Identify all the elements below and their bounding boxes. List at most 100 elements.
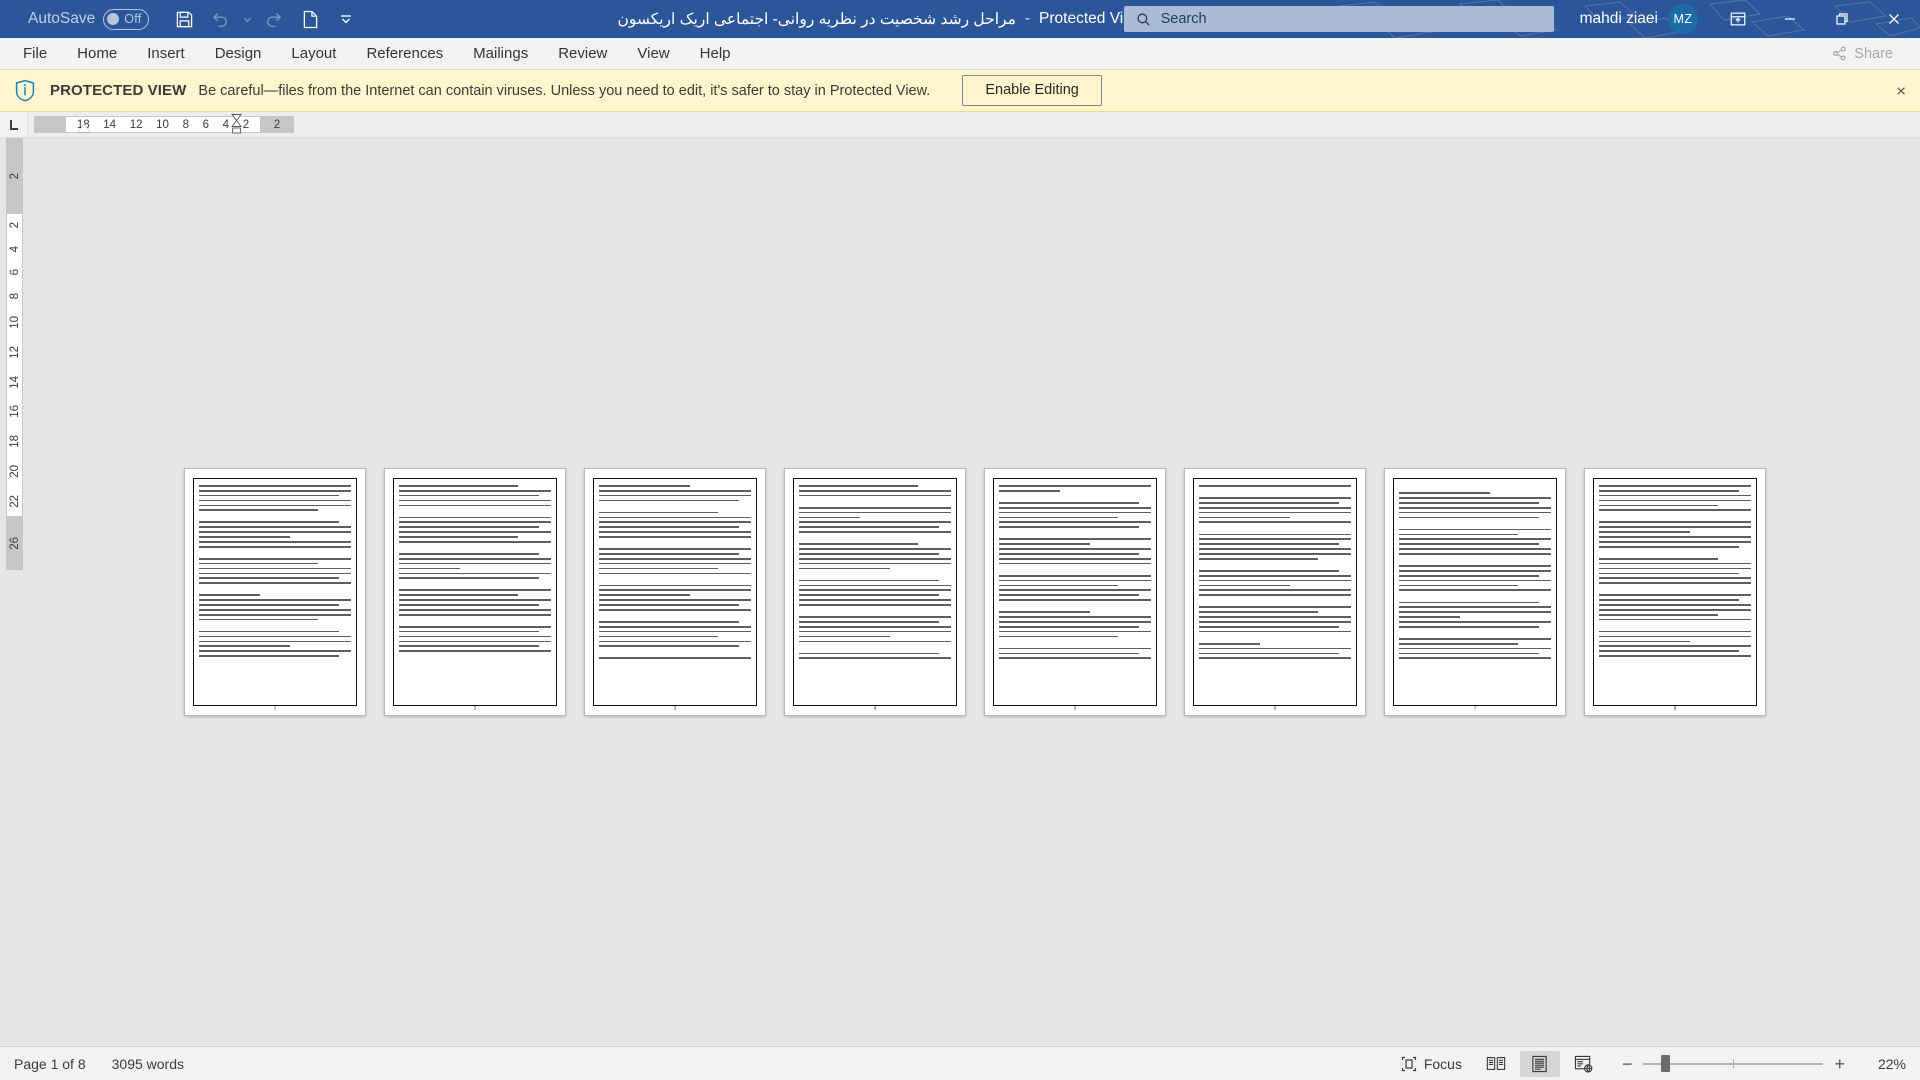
zoom-in-button[interactable]: +	[1834, 1055, 1845, 1073]
document-page[interactable]: 1	[184, 468, 366, 716]
text-line	[799, 531, 951, 533]
document-canvas: 2 2 4 6 8 10 12 14 16 18 20 22 26 123456…	[0, 138, 1920, 1046]
text-line	[1599, 577, 1751, 580]
text-line	[599, 584, 751, 587]
new-document-icon[interactable]	[293, 4, 327, 34]
ribbon-display-options-icon[interactable]	[1712, 0, 1764, 38]
text-line	[1399, 611, 1551, 613]
tab-file[interactable]: File	[8, 39, 62, 69]
autosave-toggle[interactable]: Off	[103, 8, 150, 30]
word-count[interactable]: 3095 words	[112, 1056, 184, 1072]
document-page[interactable]: 7	[1384, 468, 1566, 716]
tab-insert[interactable]: Insert	[132, 39, 200, 69]
share-button[interactable]: Share	[1819, 42, 1906, 66]
tab-layout[interactable]: Layout	[276, 39, 351, 69]
text-line	[399, 608, 551, 611]
zoom-slider[interactable]	[1643, 1055, 1824, 1072]
document-page[interactable]: 3	[584, 468, 766, 716]
text-line	[599, 499, 739, 502]
text-line	[1199, 606, 1351, 609]
horizontal-ruler[interactable]: 18 14 12 10 8 6 4 2 2	[34, 112, 294, 137]
text-line	[999, 589, 1151, 592]
customize-quick-access-icon[interactable]	[329, 4, 363, 34]
text-line	[599, 608, 751, 611]
text-line	[1399, 616, 1460, 618]
text-line	[1399, 625, 1539, 628]
page-content	[1193, 478, 1357, 706]
text-line	[399, 553, 539, 555]
page-indicator[interactable]: Page 1 of 8	[14, 1056, 86, 1072]
restore-button[interactable]	[1816, 0, 1868, 38]
save-icon[interactable]	[167, 4, 201, 34]
document-page[interactable]: 8	[1584, 468, 1766, 716]
read-mode-icon[interactable]	[1476, 1051, 1516, 1077]
tab-help[interactable]: Help	[685, 39, 746, 69]
text-line	[799, 494, 951, 497]
account-menu[interactable]: mahdi ziaei MZ	[1580, 4, 1698, 34]
document-page[interactable]: 2	[384, 468, 566, 716]
minimize-button[interactable]	[1764, 0, 1816, 38]
text-line	[399, 613, 551, 616]
document-page[interactable]: 4	[784, 468, 966, 716]
user-name: mahdi ziaei	[1579, 10, 1658, 27]
text-line	[1599, 489, 1739, 492]
text-line	[999, 594, 1139, 596]
share-icon	[1833, 46, 1847, 61]
document-page[interactable]: 5	[984, 468, 1166, 716]
text-line	[1199, 642, 1260, 645]
protected-view-title: PROTECTED VIEW	[50, 82, 187, 99]
autosave-label: AutoSave	[28, 10, 96, 27]
focus-button[interactable]: Focus	[1391, 1052, 1472, 1076]
text-line	[1199, 594, 1351, 596]
tab-home[interactable]: Home	[62, 39, 132, 69]
page-number: 2	[473, 706, 477, 712]
enable-editing-button[interactable]: Enable Editing	[962, 75, 1102, 106]
text-line	[599, 621, 739, 623]
web-layout-icon[interactable]	[1564, 1051, 1604, 1077]
text-line	[199, 599, 351, 601]
text-line	[199, 536, 291, 538]
redo-icon[interactable]	[257, 4, 291, 34]
text-line	[1199, 584, 1291, 587]
text-line	[1599, 608, 1751, 611]
search-input[interactable]: Search	[1123, 6, 1554, 32]
text-line	[799, 557, 951, 560]
close-icon[interactable]: ×	[1896, 82, 1906, 99]
document-page[interactable]: 6	[1184, 468, 1366, 716]
autosave-control[interactable]: AutoSave Off	[28, 8, 150, 30]
undo-dropdown-icon[interactable]	[239, 4, 255, 34]
tab-mailings[interactable]: Mailings	[458, 39, 543, 69]
tab-view[interactable]: View	[622, 39, 684, 69]
page-list: 1 2 3 4 5 6 7 8	[0, 138, 1920, 1046]
tab-review[interactable]: Review	[543, 39, 622, 69]
tab-stop-selector-button[interactable]	[0, 112, 28, 137]
zoom-level[interactable]: 22%	[1868, 1056, 1906, 1072]
text-line	[1599, 485, 1751, 487]
undo-icon[interactable]	[203, 4, 237, 34]
close-button[interactable]	[1868, 0, 1920, 38]
zoom-slider-thumb[interactable]	[1661, 1055, 1671, 1072]
tab-references[interactable]: References	[351, 39, 458, 69]
text-line	[1399, 621, 1551, 623]
print-layout-icon[interactable]	[1519, 1050, 1560, 1077]
first-line-indent-marker[interactable]	[78, 124, 90, 132]
text-line	[999, 616, 1151, 618]
zoom-out-button[interactable]: −	[1622, 1055, 1633, 1073]
text-line	[399, 516, 551, 519]
tab-design[interactable]: Design	[200, 39, 277, 69]
text-line	[1599, 613, 1718, 616]
text-line	[799, 584, 951, 587]
